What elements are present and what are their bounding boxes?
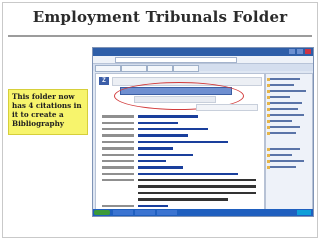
browser-tab[interactable] [147,65,173,72]
close-icon[interactable] [305,49,311,54]
browser-tab[interactable] [121,65,147,72]
sidebar-item[interactable] [270,96,290,99]
sidebar-item[interactable] [270,108,298,111]
taskbar-item[interactable] [157,210,177,215]
sidebar-item[interactable] [270,78,300,81]
title-underline [8,35,312,37]
system-clock [297,210,311,215]
minimize-icon[interactable] [289,49,295,54]
taskbar-item[interactable] [135,210,155,215]
maximize-icon[interactable] [297,49,303,54]
taskbar-item[interactable] [113,210,133,215]
app-logo-icon: Z [99,77,109,85]
sidebar-item[interactable] [270,132,296,135]
sidebar-item[interactable] [270,154,292,157]
sidebar-item[interactable] [270,114,304,117]
address-bar[interactable] [115,57,237,63]
search-field[interactable] [196,104,258,111]
citation-panel: Z [95,73,265,214]
sidebar-item[interactable] [270,148,300,151]
browser-toolbar [93,56,313,64]
browser-tab[interactable] [95,65,121,72]
slide-title: Employment Tribunals Folder [32,8,288,26]
embedded-screenshot: Z [92,47,314,217]
callout-note: This folder now has 4 citations in it to… [8,89,88,135]
start-button[interactable] [94,210,110,215]
browser-tab[interactable] [173,65,199,72]
window-titlebar [93,48,313,56]
folders-sidebar [265,73,313,210]
sidebar-item[interactable] [270,84,294,87]
sidebar-item[interactable] [270,90,306,93]
sidebar-item[interactable] [270,120,292,123]
sidebar-item[interactable] [270,102,302,105]
record-fields [102,114,260,216]
sidebar-item[interactable] [270,160,304,163]
sidebar-item[interactable] [270,166,296,169]
browser-tabs [93,64,313,72]
os-taskbar [93,209,313,216]
sidebar-item[interactable] [270,126,300,129]
